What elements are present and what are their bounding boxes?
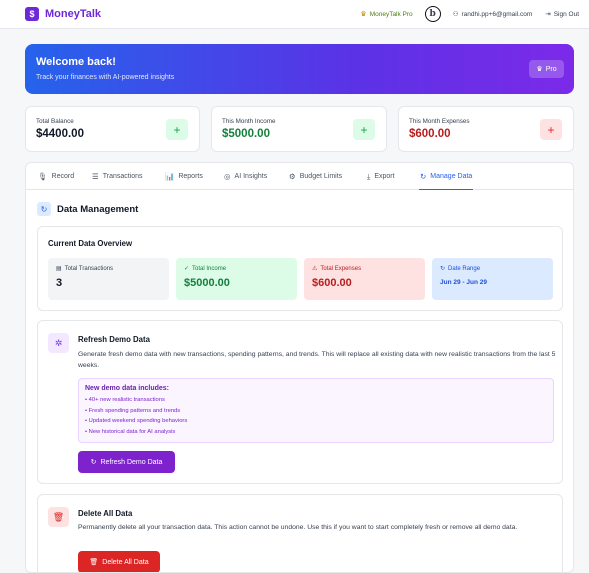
tab-label: Record <box>51 173 75 180</box>
month-expenses-card: This Month Expenses $600.00 + <box>398 106 574 152</box>
tab-label: Budget Limits <box>299 173 343 180</box>
welcome-banner: Welcome back! Track your finances with A… <box>25 44 574 94</box>
list-item: • Updated weekend spending behaviors <box>85 418 188 424</box>
user-icon: ⚇ <box>452 11 459 18</box>
month-income-card: This Month Income $5000.00 + <box>211 106 387 152</box>
app-name[interactable]: MoneyTalk <box>45 8 101 20</box>
pro-link[interactable]: ♛ MoneyTalk Pro <box>360 10 413 19</box>
add-button[interactable]: + <box>166 119 188 140</box>
total-balance-card: Total Balance $4400.00 + <box>25 106 200 152</box>
tab-label: Transactions <box>102 173 143 180</box>
tab-bar: 🎙 Record ☰ Transactions 📊 Reports ◎ AI I… <box>26 163 573 190</box>
add-income-button[interactable]: + <box>353 119 375 140</box>
tile-label: Date Range <box>448 265 481 272</box>
delete-description: Permanently delete all your transaction … <box>78 524 518 531</box>
total-income-tile: ✓ Total Income $5000.00 <box>176 258 297 300</box>
refresh-demo-card: ✲ Refresh Demo Data Generate fresh demo … <box>37 320 563 484</box>
refresh-icon: ↻ <box>440 266 446 272</box>
tab-export[interactable]: ⤓ Export <box>367 163 395 190</box>
tab-ai-insights[interactable]: ◎ AI Insights <box>224 163 267 190</box>
tile-value: $5000.00 <box>184 277 230 289</box>
refresh-demo-button[interactable]: ↻ Refresh Demo Data <box>78 451 175 473</box>
list-item: • 40+ new realistic transactions <box>85 397 165 403</box>
refresh-description: Generate fresh demo data with new transa… <box>78 351 556 369</box>
total-transactions-tile: ▤ Total Transactions 3 <box>48 258 169 300</box>
trash-icon: 🗑 <box>48 507 69 527</box>
crown-icon: ♛ <box>360 11 367 18</box>
avatar[interactable]: b <box>424 6 441 22</box>
tile-value: Jun 29 - Jun 29 <box>440 279 487 286</box>
delete-data-card: 🗑 Delete All Data Permanently delete all… <box>37 494 563 572</box>
tab-transactions[interactable]: ☰ Transactions <box>92 163 143 190</box>
check-circle-icon: ✓ <box>184 266 190 272</box>
add-expense-button[interactable]: + <box>540 119 562 140</box>
delete-title: Delete All Data <box>78 509 133 518</box>
pro-link-label: MoneyTalk Pro <box>369 10 413 18</box>
tab-reports[interactable]: 📊 Reports <box>165 163 203 190</box>
data-overview-card: Current Data Overview ▤ Total Transaction… <box>37 226 563 311</box>
top-navbar: $ MoneyTalk ♛ MoneyTalk Pro b ⚇ randhi.p… <box>0 0 589 29</box>
section-header: ↻ Data Management <box>37 202 138 216</box>
includes-title: New demo data includes: <box>85 385 170 392</box>
crown-icon: ♛ <box>536 66 543 73</box>
warning-icon: ⚠ <box>312 266 318 272</box>
tab-label: Manage Data <box>430 172 473 180</box>
database-icon: ▤ <box>56 266 62 272</box>
trash-icon: 🗑 <box>89 559 99 566</box>
tile-label: Total Income <box>192 265 227 272</box>
list-icon: ☰ <box>92 172 99 181</box>
refresh-icon: ↻ <box>90 459 97 466</box>
tile-label: Total Transactions <box>64 265 114 272</box>
download-icon: ⤓ <box>367 171 371 181</box>
tab-record[interactable]: 🎙 Record <box>38 163 74 190</box>
overview-title: Current Data Overview <box>48 239 133 248</box>
sign-out-button[interactable]: ⇥ Sign Out <box>545 10 579 19</box>
tile-value: 3 <box>56 277 63 289</box>
tab-manage-data[interactable]: ↻ Manage Data <box>419 163 474 190</box>
tab-label: Reports <box>178 173 203 180</box>
delete-all-button[interactable]: 🗑 Delete All Data <box>78 551 160 572</box>
tab-label: Export <box>374 173 395 180</box>
tile-value: $600.00 <box>312 277 352 289</box>
refresh-icon: ↻ <box>420 171 427 181</box>
list-item: • New historical data for AI analysis <box>85 428 176 435</box>
tab-budget-limits[interactable]: ⚙ Budget Limits <box>289 163 342 190</box>
tab-label: AI Insights <box>234 173 268 180</box>
main-panel: 🎙 Record ☰ Transactions 📊 Reports ◎ AI I… <box>25 162 574 573</box>
refresh-button-label: Refresh Demo Data <box>100 458 163 466</box>
user-menu[interactable]: ⚇ randhi.pp+6@gmail.com <box>452 10 533 19</box>
user-email: randhi.pp+6@gmail.com <box>461 10 533 18</box>
welcome-subtitle: Track your finances with AI-powered insi… <box>36 74 175 81</box>
gear-icon: ⚙ <box>289 172 296 181</box>
total-expenses-tile: ⚠ Total Expenses $600.00 <box>304 258 425 300</box>
bar-chart-icon: 📊 <box>165 172 175 181</box>
refresh-title: Refresh Demo Data <box>78 335 150 344</box>
section-title: Data Management <box>57 203 139 215</box>
refresh-icon: ↻ <box>37 202 51 216</box>
tile-label: Total Expenses <box>320 265 362 272</box>
includes-box: New demo data includes: • 40+ new realis… <box>78 378 554 443</box>
welcome-title: Welcome back! <box>36 56 116 68</box>
pro-button[interactable]: ♛ Pro <box>529 60 564 78</box>
sparkles-icon: ✲ <box>48 333 69 353</box>
sign-out-label: Sign Out <box>553 10 579 18</box>
date-range-tile: ↻ Date Range Jun 29 - Jun 29 <box>432 258 553 300</box>
mic-icon: 🎙 <box>38 172 48 181</box>
brain-icon: ◎ <box>224 172 231 181</box>
delete-button-label: Delete All Data <box>102 558 149 566</box>
app-logo-icon[interactable]: $ <box>25 7 39 21</box>
pro-button-label: Pro <box>545 65 557 73</box>
sign-out-icon: ⇥ <box>545 11 551 18</box>
list-item: • Fresh spending patterns and trends <box>85 407 181 414</box>
